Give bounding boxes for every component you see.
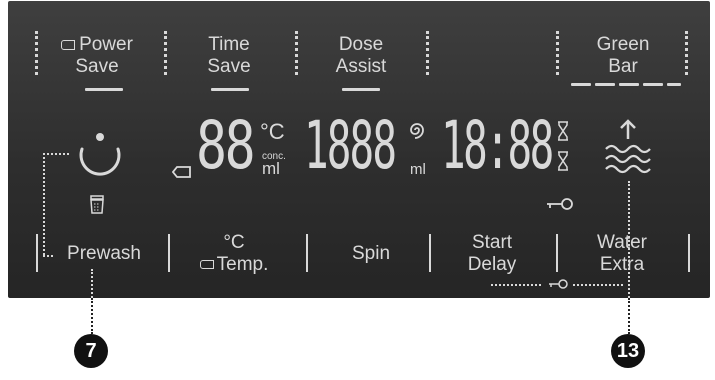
power-save-line1: Power [79,34,133,55]
temp-line2: Temp. [216,254,269,275]
dose-assist-line2: Assist [335,56,387,77]
callout-7: 7 [74,334,108,368]
leader-line [91,269,93,298]
green-bar-option[interactable]: Green Bar [578,34,668,78]
child-lock-line [573,284,623,286]
separator [556,31,559,75]
green-bar-segment [619,83,639,86]
time-display: 18:88 [441,107,554,184]
separator [306,234,308,272]
green-bar-segment [595,83,615,86]
prewash-button[interactable]: Prewash [54,243,154,265]
detergent-icon [90,195,104,214]
spin-button[interactable]: Spin [316,243,426,265]
dose-assist-line1: Dose [338,34,384,55]
power-save-line2: Save [75,56,119,77]
control-panel: Power Save Time Save Dose Assist Green B… [8,1,710,298]
dose-unit: ml [410,161,426,178]
conc-unit: ml [262,159,280,178]
water-extra-icon [605,119,651,174]
power-save-option[interactable]: Power Save [52,34,142,78]
callout-13: 13 [611,334,645,368]
temperature-display: 88 [196,107,256,184]
leader-line [628,181,630,298]
separator [164,31,167,75]
separator [168,234,170,272]
start-delay-button[interactable]: Start Delay [442,232,542,276]
leader-line [43,255,53,257]
spin-display: 1888 [304,107,397,184]
time-save-line1: Time [208,34,250,55]
hourglass-icon [558,121,568,141]
dose-assist-option[interactable]: Dose Assist [320,34,402,78]
temp-unit: °C [260,119,285,144]
green-bar-segment [571,83,591,86]
leader-line [628,298,630,334]
time-save-line2: Save [207,56,251,77]
spiral-icon [410,123,424,139]
hand-symbol-icon [199,260,214,270]
separator [36,234,38,272]
leader-line [43,153,45,255]
green-bar-segment [643,83,663,86]
separator [556,234,558,272]
separator [688,234,690,272]
dose-assist-indicator [342,88,380,91]
green-bar-line1: Green [596,34,650,55]
prewash-label: Prewash [67,243,141,264]
time-save-option[interactable]: Time Save [189,34,269,78]
key-icon [547,198,573,210]
water-extra-line2: Extra [599,254,645,275]
key-icon [549,279,568,289]
hourglass-icon [558,151,568,171]
separator [295,31,298,75]
spin-label: Spin [351,243,391,264]
separator [429,234,431,272]
hand-symbol-icon [172,166,191,178]
power-icon[interactable] [70,129,130,179]
water-extra-button[interactable]: Water Extra [572,232,672,276]
time-save-indicator [211,88,249,91]
separator [35,31,38,75]
temp-line1: °C [223,232,245,253]
separator [685,31,688,75]
water-extra-line1: Water [597,232,647,253]
start-delay-line1: Start [471,232,513,253]
child-lock-line [491,284,541,286]
hand-symbol-icon [61,39,76,50]
green-bar-segment [667,83,681,86]
green-bar-line2: Bar [608,56,638,77]
start-delay-line2: Delay [467,254,517,275]
leader-line [43,153,69,155]
separator [426,31,429,75]
power-save-indicator [85,88,123,91]
temp-button[interactable]: °C Temp. [184,232,284,276]
leader-line [91,298,93,334]
